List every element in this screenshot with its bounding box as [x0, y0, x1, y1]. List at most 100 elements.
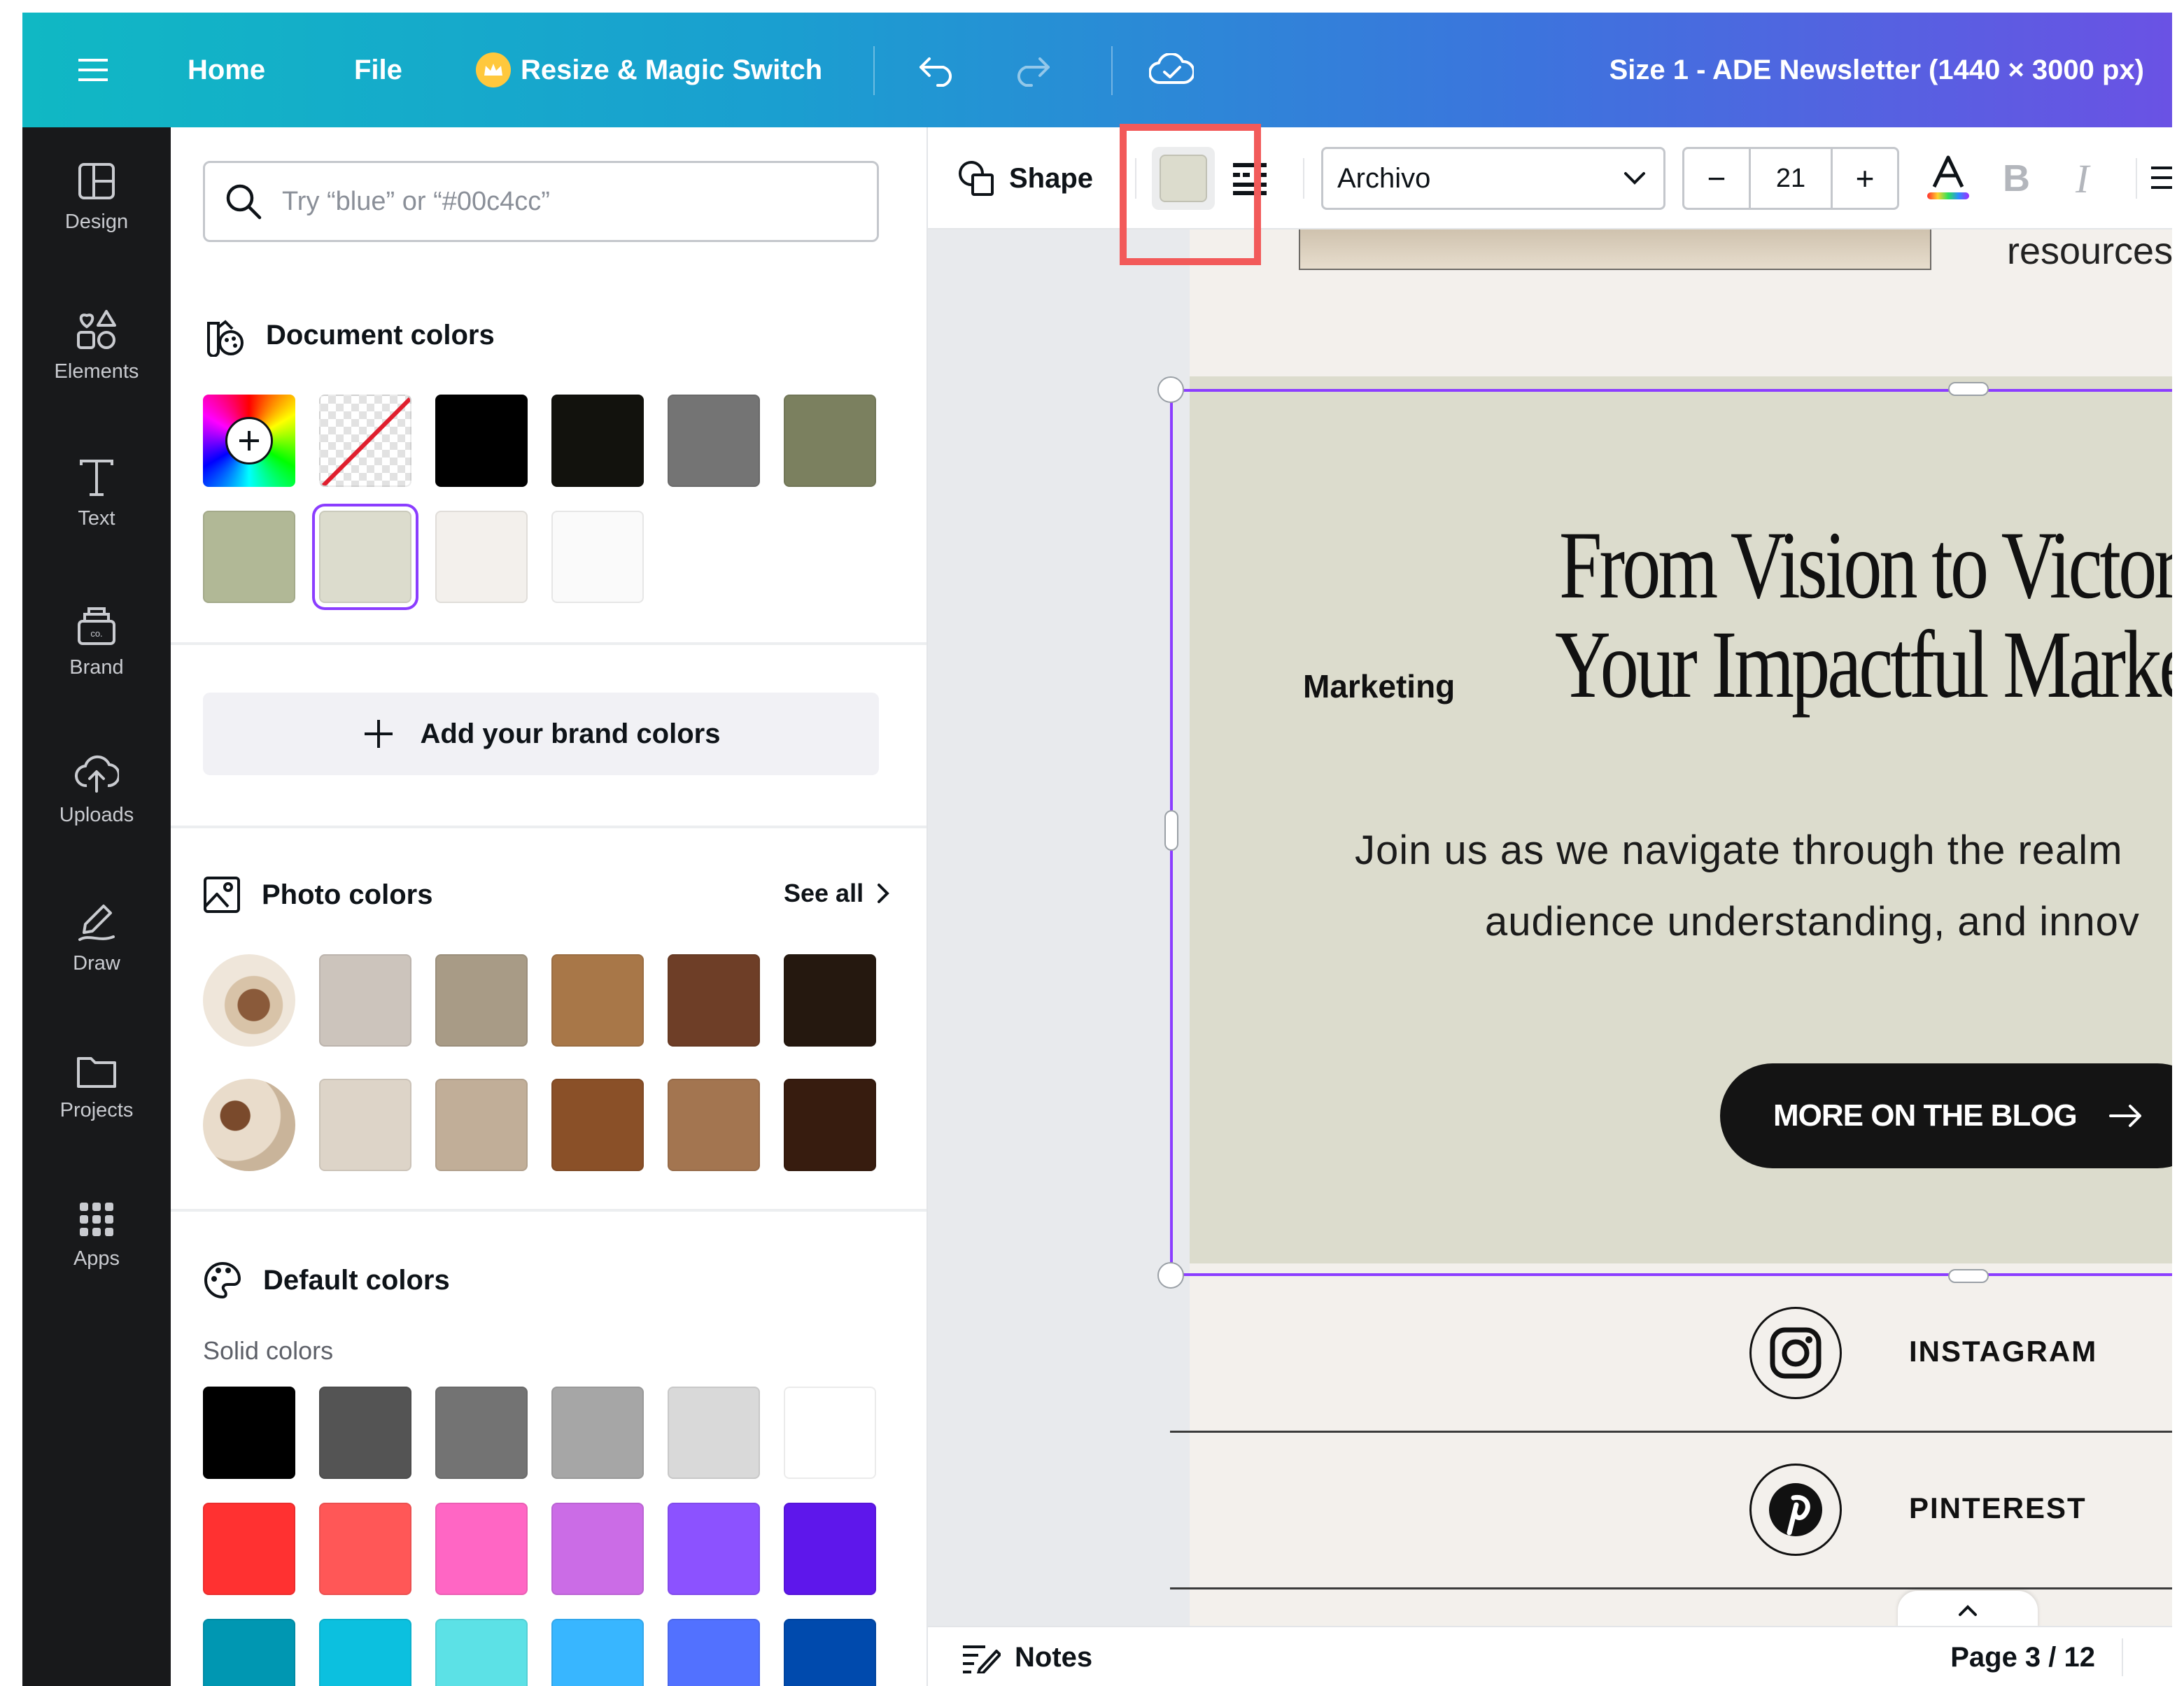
default-color-swatch[interactable]: [203, 1503, 295, 1595]
alignment-icon[interactable]: [2151, 127, 2172, 229]
more-on-the-blog-button[interactable]: MORE ON THE BLOG: [1720, 1063, 2172, 1168]
undo-icon[interactable]: [917, 13, 959, 127]
rail-item-text[interactable]: Text: [22, 424, 171, 564]
transparent-swatch[interactable]: [319, 395, 411, 487]
default-color-swatch[interactable]: [203, 1387, 295, 1479]
default-color-swatch[interactable]: [668, 1619, 760, 1686]
file-menu[interactable]: File: [354, 13, 402, 127]
default-color-swatch[interactable]: [435, 1387, 528, 1479]
photo-color-swatch[interactable]: [668, 954, 760, 1047]
document-title[interactable]: Size 1 - ADE Newsletter (1440 × 3000 px): [1609, 13, 2144, 127]
default-color-swatch[interactable]: [668, 1387, 760, 1479]
photo-color-swatch[interactable]: [551, 1079, 644, 1171]
arrow-right-icon: [2108, 1105, 2141, 1127]
default-color-swatch[interactable]: [668, 1503, 760, 1595]
default-color-swatch[interactable]: [319, 1503, 411, 1595]
bold-button[interactable]: B: [2003, 127, 2030, 229]
add-color-button[interactable]: [203, 395, 295, 487]
marketing-label[interactable]: Marketing: [1303, 667, 1455, 705]
font-family-select[interactable]: Archivo: [1321, 147, 1665, 210]
see-all-link[interactable]: See all: [784, 879, 893, 908]
pinterest-row[interactable]: PINTEREST: [1170, 1433, 2172, 1589]
document-color-swatch[interactable]: [319, 511, 411, 603]
resize-handle-left[interactable]: [1164, 810, 1178, 851]
default-color-swatch[interactable]: [784, 1619, 876, 1686]
default-color-swatch[interactable]: [551, 1503, 644, 1595]
resize-handle-top-left[interactable]: [1157, 376, 1184, 403]
rail-label: Apps: [73, 1247, 120, 1270]
resize-magic-switch-button[interactable]: Resize & Magic Switch: [476, 13, 822, 127]
redo-icon[interactable]: [1010, 13, 1052, 127]
toolbar-divider: [1303, 158, 1304, 199]
divider: [1111, 46, 1113, 95]
photo-thumbnail-2[interactable]: [203, 1079, 295, 1171]
page-indicator[interactable]: Page 3 / 12: [1950, 1627, 2095, 1686]
cloud-saved-icon[interactable]: [1149, 13, 1194, 127]
document-color-swatch[interactable]: [435, 395, 528, 487]
photo-color-swatch[interactable]: [668, 1079, 760, 1171]
default-color-swatch[interactable]: [203, 1619, 295, 1686]
notes-icon: [963, 1645, 1001, 1673]
resources-text[interactable]: resources: [2007, 229, 2172, 273]
uploads-icon: [74, 755, 119, 793]
add-brand-colors-label: Add your brand colors: [420, 718, 721, 749]
show-pages-button[interactable]: [1898, 1591, 2038, 1630]
add-brand-colors-button[interactable]: Add your brand colors: [203, 693, 879, 775]
book-image[interactable]: [1299, 229, 1931, 270]
decrease-font-size-button[interactable]: −: [1684, 160, 1749, 197]
default-color-swatch[interactable]: [551, 1619, 644, 1686]
default-color-swatch[interactable]: [435, 1503, 528, 1595]
rail-item-apps[interactable]: Apps: [22, 1166, 171, 1305]
headline-line-1[interactable]: From Vision to Victory: [1559, 509, 2172, 621]
resize-handle-top[interactable]: [1948, 382, 1989, 396]
photo-color-swatch[interactable]: [784, 954, 876, 1047]
default-color-swatch[interactable]: [784, 1503, 876, 1595]
font-size-stepper: − 21 +: [1682, 147, 1899, 210]
body-text-line-1[interactable]: Join us as we navigate through the realm: [1355, 827, 2123, 874]
search-icon: [226, 184, 262, 220]
text-color-icon: [1927, 155, 1969, 199]
rail-item-projects[interactable]: Projects: [22, 1017, 171, 1157]
search-placeholder: Try “blue” or “#00c4cc”: [282, 186, 550, 216]
document-color-swatch[interactable]: [551, 511, 644, 603]
rail-item-brand[interactable]: co. Brand: [22, 572, 171, 712]
photo-color-swatch[interactable]: [435, 1079, 528, 1171]
rail-label: Design: [64, 210, 129, 233]
shape-label: Shape: [1009, 162, 1094, 194]
text-color-button[interactable]: [1926, 127, 1971, 229]
font-size-input[interactable]: 21: [1749, 149, 1833, 208]
photo-color-swatch[interactable]: [435, 954, 528, 1047]
menu-icon[interactable]: [77, 13, 109, 127]
section-divider: [171, 1209, 927, 1212]
body-text-line-2[interactable]: audience understanding, and innov: [1485, 898, 2140, 945]
document-color-swatch[interactable]: [668, 395, 760, 487]
rail-item-elements[interactable]: Elements: [22, 276, 171, 416]
rail-item-uploads[interactable]: Uploads: [22, 721, 171, 860]
rail-item-draw[interactable]: Draw: [22, 869, 171, 1009]
document-color-swatch[interactable]: [784, 395, 876, 487]
default-color-swatch[interactable]: [319, 1387, 411, 1479]
shape-icon: [959, 161, 994, 196]
document-color-swatch[interactable]: [203, 511, 295, 603]
rail-item-design[interactable]: Design: [22, 127, 171, 267]
photo-color-swatch[interactable]: [319, 1079, 411, 1171]
italic-button[interactable]: I: [2076, 127, 2089, 229]
notes-button[interactable]: Notes: [961, 1627, 1092, 1686]
photo-color-swatch[interactable]: [784, 1079, 876, 1171]
default-color-swatch[interactable]: [784, 1387, 876, 1479]
photo-color-swatch[interactable]: [551, 954, 644, 1047]
document-color-swatch[interactable]: [551, 395, 644, 487]
instagram-row[interactable]: INSTAGRAM: [1170, 1276, 2172, 1433]
default-color-swatch[interactable]: [319, 1619, 411, 1686]
default-color-swatch[interactable]: [551, 1387, 644, 1479]
default-color-swatch[interactable]: [435, 1619, 528, 1686]
photo-color-swatch[interactable]: [319, 954, 411, 1047]
home-link[interactable]: Home: [188, 13, 265, 127]
photo-thumbnail-1[interactable]: [203, 954, 295, 1047]
document-color-swatch[interactable]: [435, 511, 528, 603]
shape-button[interactable]: Shape: [957, 127, 1093, 229]
font-name: Archivo: [1337, 162, 1431, 194]
color-search-input[interactable]: Try “blue” or “#00c4cc”: [203, 161, 879, 242]
increase-font-size-button[interactable]: +: [1833, 160, 1897, 197]
headline-line-2[interactable]: Your Impactful Marketing: [1555, 609, 2172, 720]
